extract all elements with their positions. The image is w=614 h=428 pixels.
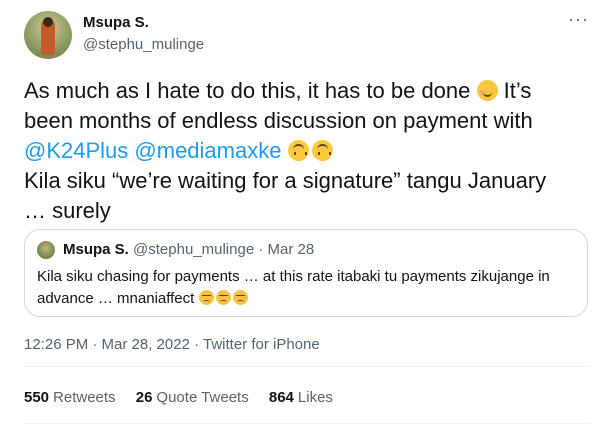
avatar-head: [43, 17, 53, 27]
unamused-face-icon: [215, 290, 231, 305]
author-handle[interactable]: @stephu_mulinge: [83, 36, 204, 53]
tweet-timestamp[interactable]: 12:26 PM · Mar 28, 2022 · Twitter for iP…: [24, 336, 320, 353]
tweet-text: As much as I hate to do this, it has to …: [24, 76, 590, 226]
unamused-face-icon: [232, 290, 248, 305]
tweet-card: Msupa S. @stephu_mulinge ··· As much as …: [0, 0, 614, 428]
tweet-line-2: been months of endless discussion on pay…: [24, 108, 533, 133]
upside-down-face-icon: [287, 140, 309, 161]
likes-label: Likes: [297, 389, 333, 406]
quote-tweets-label: Quote Tweets: [156, 389, 249, 406]
unamused-face-icon: [198, 290, 214, 305]
quoted-line-2-text: advance … mnaniaffect: [37, 290, 195, 307]
likes-stat[interactable]: 864 Likes: [269, 389, 333, 406]
more-options-icon[interactable]: ···: [568, 10, 589, 28]
tweet-line-1-text: As much as I hate to do this, it has to …: [24, 78, 471, 103]
retweets-label: Retweets: [53, 389, 116, 406]
upside-down-face-icon: [311, 140, 333, 161]
quoted-author-meta: @stephu_mulinge · Mar 28: [133, 241, 315, 258]
smiling-face-with-smiling-eyes-icon: [476, 80, 498, 101]
quoted-tweet[interactable]: Msupa S. @stephu_mulinge · Mar 28 Kila s…: [24, 229, 588, 317]
mention-mediamaxke[interactable]: @mediamaxke: [134, 138, 281, 163]
quoted-tweet-text: Kila siku chasing for payments … at this…: [37, 266, 573, 310]
quoted-line-2: advance … mnaniaffect: [37, 288, 573, 310]
tweet-line-1: As much as I hate to do this, it has to …: [24, 76, 590, 106]
tweet-line-1-tail: It’s: [503, 78, 532, 103]
retweets-stat[interactable]: 550 Retweets: [24, 389, 116, 406]
engagement-stats: 550 Retweets 26 Quote Tweets 864 Likes: [24, 389, 349, 406]
divider: [24, 423, 590, 424]
quoted-author-avatar: [37, 241, 55, 259]
mention-k24plus[interactable]: @K24Plus: [24, 138, 128, 163]
quoted-line-1: Kila siku chasing for payments … at this…: [37, 268, 550, 285]
retweets-count: 550: [24, 389, 50, 406]
quoted-tweet-header: Msupa S. @stephu_mulinge · Mar 28: [63, 241, 314, 258]
tweet-line-5: … surely: [24, 198, 111, 223]
tweet-line-4: Kila siku “we’re waiting for a signature…: [24, 168, 547, 193]
quoted-author-name: Msupa S.: [63, 241, 129, 258]
likes-count: 864: [268, 389, 294, 406]
author-name[interactable]: Msupa S.: [83, 14, 149, 31]
author-avatar[interactable]: [24, 11, 72, 59]
tweet-line-3: @K24Plus @mediamaxke: [24, 136, 590, 166]
divider: [24, 366, 590, 367]
quote-tweets-stat[interactable]: 26 Quote Tweets: [136, 389, 249, 406]
quote-tweets-count: 26: [135, 389, 153, 406]
